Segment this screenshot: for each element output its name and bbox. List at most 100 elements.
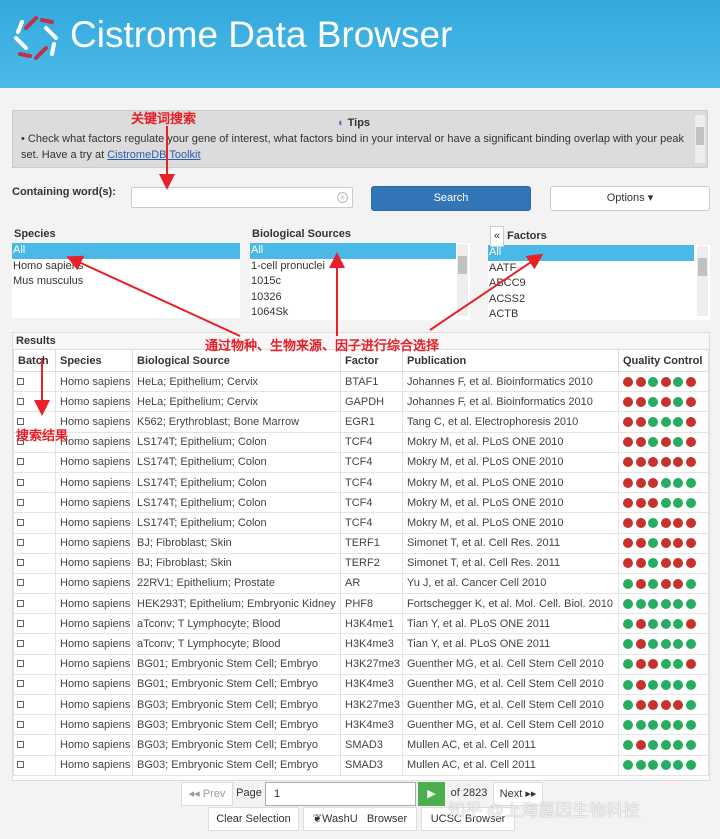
quality-control[interactable] <box>618 431 709 453</box>
tips-scrollbar[interactable] <box>695 115 705 163</box>
column-header[interactable]: Species <box>55 349 133 372</box>
batch-checkbox[interactable] <box>17 700 24 708</box>
batch-checkbox[interactable] <box>17 579 24 587</box>
source-item[interactable]: All <box>250 243 456 259</box>
quality-control[interactable] <box>618 532 709 554</box>
quality-control[interactable] <box>618 593 709 615</box>
quality-control[interactable] <box>618 714 709 736</box>
table-row[interactable]: Homo sapiens BG01; Embryonic Stem Cell; E… <box>13 673 709 696</box>
quality-control[interactable] <box>618 391 709 413</box>
quality-control[interactable] <box>618 613 709 635</box>
quality-control[interactable] <box>618 693 709 716</box>
search-button[interactable]: Search <box>371 186 531 211</box>
batch-checkbox[interactable] <box>17 377 24 385</box>
batch-checkbox[interactable] <box>17 417 24 425</box>
batch-checkbox[interactable] <box>17 740 24 748</box>
quality-control[interactable] <box>618 512 709 534</box>
factor-item[interactable]: ABCC9 <box>488 276 694 292</box>
quality-control[interactable] <box>618 370 709 393</box>
cell: Homo sapiens <box>55 673 133 696</box>
source-item[interactable]: 1-cell pronuclei <box>250 259 456 275</box>
table-row[interactable]: Homo sapiens BJ; Fibroblast; Skin TERF2 Sim… <box>13 552 709 574</box>
species-list[interactable]: Species All Homo sapiens Mus musculus <box>12 228 240 318</box>
cell: Tian Y, et al. PLoS ONE 2011 <box>402 613 619 635</box>
qc-dot <box>648 598 658 609</box>
source-item[interactable]: 1064Sk <box>250 305 456 320</box>
species-item[interactable]: All <box>12 243 240 259</box>
go-button[interactable]: ▶ <box>418 782 445 806</box>
quality-control[interactable] <box>618 471 709 494</box>
batch-checkbox[interactable] <box>17 458 24 466</box>
tips-panel: ◐ Tips • Check what factors regulate you… <box>12 110 708 168</box>
qc-dot <box>685 518 696 528</box>
batch-checkbox[interactable] <box>17 559 24 567</box>
table-row[interactable]: Homo sapiens LS174T; Epithelium; Colon TCF… <box>13 471 709 494</box>
factor-item[interactable]: ACTB <box>488 307 694 320</box>
species-item[interactable]: Mus musculus <box>12 274 240 290</box>
table-row[interactable]: Homo sapiens 22RV1; Epithelium; Prostate A… <box>13 572 709 595</box>
quality-control[interactable] <box>618 633 709 655</box>
factors-scrollbar[interactable] <box>697 246 708 316</box>
qc-dot <box>635 578 646 589</box>
batch-checkbox[interactable] <box>17 720 24 728</box>
batch-checkbox[interactable] <box>17 660 24 668</box>
factor-item[interactable]: AATF <box>488 261 694 277</box>
quality-control[interactable] <box>618 552 709 574</box>
batch-checkbox[interactable] <box>17 539 24 547</box>
batch-checkbox[interactable] <box>17 680 24 688</box>
cell: Mokry M, et al. PLoS ONE 2010 <box>402 431 619 453</box>
source-item[interactable]: 1015c <box>250 274 456 290</box>
table-row[interactable]: Homo sapiens BG03; Embryonic Stem Cell; E… <box>13 693 709 716</box>
quality-control[interactable] <box>618 653 709 675</box>
table-row[interactable]: Homo sapiens BG01; Embryonic Stem Cell; E… <box>13 653 709 675</box>
table-row[interactable]: Homo sapiens aTconv; T Lymphocyte; Blood H… <box>13 633 709 655</box>
batch-checkbox[interactable] <box>17 478 24 486</box>
batch-checkbox[interactable] <box>17 518 24 526</box>
cell: Fortschegger K, et al. Mol. Cell. Biol. … <box>402 593 619 615</box>
prev-button[interactable]: ◂◂ Prev <box>181 782 233 806</box>
column-header[interactable]: Quality Control <box>618 349 709 372</box>
table-row[interactable]: Homo sapiens HeLa; Epithelium; Cervix BTAF… <box>13 370 709 393</box>
sources-list[interactable]: Biological Sources All 1-cell pronuclei … <box>250 228 470 320</box>
page-input[interactable]: 1 <box>265 782 416 806</box>
sources-scrollbar[interactable] <box>457 244 468 316</box>
quality-control[interactable] <box>618 411 709 433</box>
factors-list[interactable]: « Factors All AATF ABCC9 ACSS2 ACTB <box>488 226 710 320</box>
table-row[interactable]: Homo sapiens LS174T; Epithelium; Colon TCF… <box>13 451 709 473</box>
table-row[interactable]: Homo sapiens LS174T; Epithelium; Colon TCF… <box>13 431 709 453</box>
toolkit-link[interactable]: CistromeDB Toolkit <box>107 149 200 161</box>
table-row[interactable]: Homo sapiens HeLa; Epithelium; Cervix GAPD… <box>13 391 709 413</box>
table-row[interactable]: Homo sapiens BG03; Embryonic Stem Cell; E… <box>13 714 709 736</box>
table-row[interactable]: Homo sapiens BG03; Embryonic Stem Cell; E… <box>13 734 709 756</box>
search-input[interactable]: × <box>131 187 353 208</box>
quality-control[interactable] <box>618 492 709 514</box>
factor-item[interactable]: ACSS2 <box>488 292 694 308</box>
options-dropdown[interactable]: Options ▾ <box>550 186 710 211</box>
quality-control[interactable] <box>618 572 709 595</box>
washu-browser-button[interactable]: ❦WashU Browser <box>303 807 417 831</box>
clear-selection-button[interactable]: Clear Selection <box>208 807 299 831</box>
batch-checkbox[interactable] <box>17 397 24 405</box>
column-header[interactable]: Batch <box>13 349 56 372</box>
clear-input-icon[interactable]: × <box>337 192 348 203</box>
source-item[interactable]: 10326 <box>250 290 456 306</box>
factor-item[interactable]: All <box>488 245 694 261</box>
batch-checkbox[interactable] <box>17 640 24 648</box>
table-row[interactable]: Homo sapiens aTconv; T Lymphocyte; Blood H… <box>13 613 709 635</box>
quality-control[interactable] <box>618 451 709 473</box>
collapse-button[interactable]: « <box>490 226 504 247</box>
batch-checkbox[interactable] <box>17 761 24 769</box>
table-row[interactable]: Homo sapiens BJ; Fibroblast; Skin TERF1 Sim… <box>13 532 709 554</box>
batch-checkbox[interactable] <box>17 498 24 506</box>
species-item[interactable]: Homo sapiens <box>12 259 240 275</box>
table-row[interactable]: Homo sapiens K562; Erythroblast; Bone Mar… <box>13 411 709 433</box>
table-row[interactable]: Homo sapiens LS174T; Epithelium; Colon TCF… <box>13 492 709 514</box>
table-row[interactable]: Homo sapiens HEK293T; Epithelium; Embryon… <box>13 593 709 615</box>
quality-control[interactable] <box>618 734 709 756</box>
table-row[interactable]: Homo sapiens LS174T; Epithelium; Colon TCF… <box>13 512 709 534</box>
table-row[interactable]: Homo sapiens BG03; Embryonic Stem Cell; E… <box>13 754 709 776</box>
quality-control[interactable] <box>618 754 709 776</box>
batch-checkbox[interactable] <box>17 599 24 607</box>
quality-control[interactable] <box>618 673 709 696</box>
batch-checkbox[interactable] <box>17 619 24 627</box>
